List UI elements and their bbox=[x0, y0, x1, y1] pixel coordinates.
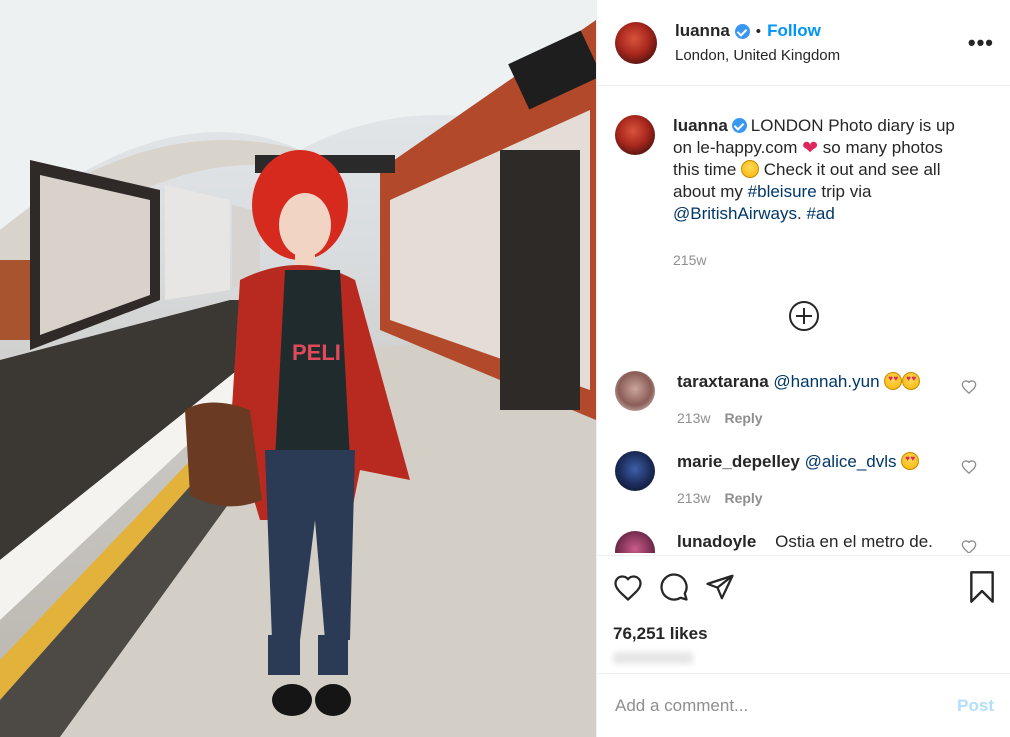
verified-badge-icon bbox=[734, 23, 750, 39]
like-comment-heart-icon[interactable] bbox=[961, 539, 977, 553]
svg-text:PELI: PELI bbox=[292, 340, 341, 365]
caption-text: trip via bbox=[816, 182, 872, 201]
post-comment-button[interactable]: Post bbox=[957, 696, 994, 716]
post-photo[interactable]: PELI bbox=[0, 0, 596, 737]
comment-item: taraxtarana @hannah.yun 213w Reply bbox=[597, 371, 1010, 429]
comment-text: Ostia en el metro de. bbox=[775, 532, 933, 551]
reply-button[interactable]: Reply bbox=[724, 410, 762, 426]
commenter-username[interactable]: marie_depelley bbox=[677, 452, 800, 471]
comment-mention[interactable]: @hannah.yun bbox=[773, 372, 879, 391]
commenter-avatar[interactable] bbox=[615, 371, 655, 411]
subway-platform-photo: PELI bbox=[0, 0, 596, 737]
heart-eyes-emoji-icon bbox=[901, 452, 920, 470]
caption-timestamp[interactable]: 215w bbox=[673, 249, 973, 271]
caption-username[interactable]: luanna bbox=[673, 116, 728, 135]
comment-meta: 213w Reply bbox=[677, 487, 919, 509]
commenter-avatar[interactable] bbox=[615, 451, 655, 491]
commenter-username[interactable]: lunadoyle bbox=[677, 532, 756, 551]
hashtag-link[interactable]: #bleisure bbox=[748, 182, 817, 201]
reply-button[interactable]: Reply bbox=[724, 490, 762, 506]
like-heart-icon[interactable] bbox=[613, 573, 643, 601]
more-options-button[interactable]: ••• bbox=[968, 30, 994, 56]
comments-scroll-area[interactable]: luanna LONDON Photo diary is up on le-hap… bbox=[597, 87, 1010, 553]
post-details-panel: luanna • Follow London, United Kingdom •… bbox=[596, 0, 1010, 737]
post-header: luanna • Follow London, United Kingdom •… bbox=[597, 0, 1010, 86]
comment-bubble-icon[interactable] bbox=[659, 572, 689, 602]
commenter-username[interactable]: taraxtarana bbox=[677, 372, 769, 391]
instagram-post: PELI luanna • Follow London, United King… bbox=[0, 0, 1010, 737]
post-location[interactable]: London, United Kingdom bbox=[675, 47, 968, 64]
comment-item: marie_depelley @alice_dvls 213w Reply bbox=[597, 451, 1010, 509]
heart-eyes-emoji-icon bbox=[902, 372, 921, 390]
follow-button[interactable]: Follow bbox=[767, 21, 821, 41]
author-username[interactable]: luanna bbox=[675, 21, 730, 41]
grinning-face-emoji-icon bbox=[741, 160, 760, 178]
comment-timestamp[interactable]: 213w bbox=[677, 410, 710, 426]
save-bookmark-icon[interactable] bbox=[968, 571, 996, 603]
comment-body: marie_depelley @alice_dvls 213w Reply bbox=[677, 451, 920, 509]
comment-item: lunadoyle Ostia en el metro de. bbox=[597, 531, 1010, 553]
caption-author-avatar[interactable] bbox=[615, 115, 655, 155]
caption-body: luanna LONDON Photo diary is up on le-hap… bbox=[673, 115, 973, 271]
mention-link[interactable]: @BritishAirways bbox=[673, 204, 797, 223]
comment-timestamp[interactable]: 213w bbox=[677, 490, 710, 506]
post-date-blurred bbox=[613, 652, 693, 664]
separator-dot: • bbox=[755, 22, 762, 40]
like-comment-heart-icon[interactable] bbox=[961, 379, 977, 394]
heart-eyes-emoji-icon bbox=[884, 372, 903, 390]
comment-mention[interactable]: @alice_dvls bbox=[805, 452, 897, 471]
add-comment-bar: Post bbox=[597, 673, 1010, 737]
author-row: luanna • Follow bbox=[675, 21, 968, 41]
likes-count[interactable]: 76,251 likes bbox=[613, 624, 996, 644]
author-avatar[interactable] bbox=[615, 21, 657, 64]
like-comment-heart-icon[interactable] bbox=[961, 459, 977, 474]
post-caption: luanna LONDON Photo diary is up on le-hap… bbox=[597, 87, 1010, 271]
comment-input[interactable] bbox=[615, 695, 958, 716]
verified-badge-icon bbox=[731, 118, 747, 133]
share-paper-plane-icon[interactable] bbox=[705, 572, 735, 602]
commenter-avatar[interactable] bbox=[615, 531, 655, 553]
hashtag-link[interactable]: #ad bbox=[806, 204, 834, 223]
comment-body: taraxtarana @hannah.yun 213w Reply bbox=[677, 371, 921, 429]
red-heart-emoji-icon: ❤ bbox=[802, 138, 819, 159]
comment-meta: 213w Reply bbox=[677, 407, 920, 429]
author-info: luanna • Follow London, United Kingdom bbox=[675, 21, 968, 64]
post-actions: 76,251 likes bbox=[597, 555, 1010, 664]
comment-body: lunadoyle Ostia en el metro de. bbox=[677, 531, 933, 553]
action-icons-row bbox=[613, 568, 996, 606]
load-more-comments-icon[interactable] bbox=[788, 301, 819, 331]
